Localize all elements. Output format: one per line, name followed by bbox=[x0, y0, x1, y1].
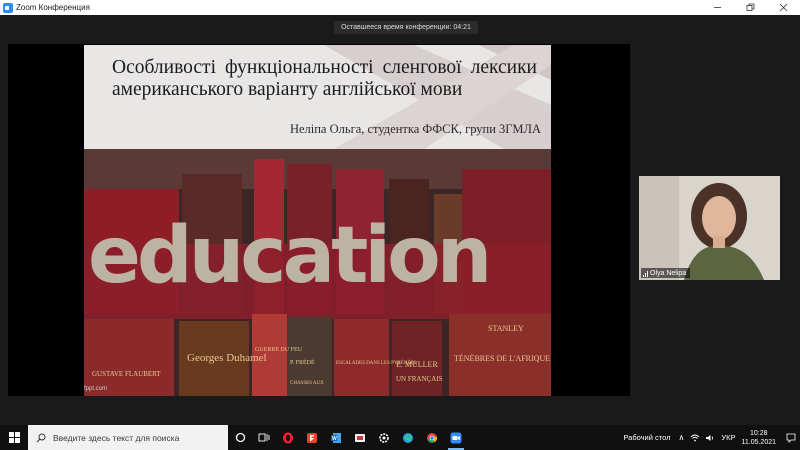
book-title-9: STANLEY bbox=[488, 324, 524, 333]
minimize-button[interactable] bbox=[701, 0, 734, 15]
close-button[interactable] bbox=[767, 0, 800, 15]
watermark: fppt.com bbox=[84, 386, 108, 392]
system-clock[interactable]: 10:28 11.05.2021 bbox=[741, 429, 776, 447]
zoom-icon bbox=[450, 432, 462, 443]
book-title-5: CHASSES AUX bbox=[290, 381, 324, 386]
windows-taskbar: Введите здесь текст для поиска W Рабочий… bbox=[0, 425, 800, 450]
opera-icon bbox=[283, 432, 293, 443]
participant-image bbox=[639, 176, 780, 280]
search-placeholder: Введите здесь текст для поиска bbox=[53, 432, 180, 443]
window-title-bar: Zoom Конференция bbox=[0, 0, 800, 15]
snipping-icon bbox=[355, 433, 365, 442]
svg-text:W: W bbox=[332, 436, 337, 442]
chrome-icon bbox=[427, 432, 438, 443]
slide-title: Особливості функціональності сленгової л… bbox=[112, 57, 537, 100]
book-title-1: GUSTAVE FLAUBERT bbox=[92, 370, 161, 378]
meeting-timer: Оставшееся время конференции: 04:21 bbox=[334, 21, 478, 34]
cortana-button[interactable] bbox=[228, 425, 252, 450]
volume-icon[interactable] bbox=[705, 433, 715, 443]
foxit-button[interactable] bbox=[300, 425, 324, 450]
windows-icon bbox=[8, 432, 20, 443]
close-icon bbox=[779, 3, 788, 12]
wifi-icon[interactable] bbox=[690, 433, 700, 443]
task-view-button[interactable] bbox=[252, 425, 276, 450]
desktop-toolbar-label[interactable]: Рабочий стол bbox=[623, 433, 670, 442]
edge-icon bbox=[403, 432, 413, 443]
book-title-10: TÉNÈBRES DE L'AFRIQUE bbox=[454, 353, 550, 363]
settings-icon bbox=[379, 432, 389, 443]
system-tray: Рабочий стол ∧ УКР 10:28 11.05.2021 bbox=[623, 425, 800, 450]
opera-button[interactable] bbox=[276, 425, 300, 450]
restore-icon bbox=[746, 3, 755, 11]
audio-level-icon bbox=[643, 270, 648, 277]
notification-icon bbox=[786, 433, 796, 443]
cortana-icon bbox=[235, 432, 245, 443]
zoom-taskbar-button[interactable] bbox=[444, 425, 468, 450]
book-title-4: P. FRÉDÉ bbox=[290, 358, 315, 366]
clock-date: 11.05.2021 bbox=[741, 438, 776, 446]
input-language[interactable]: УКР bbox=[721, 433, 735, 442]
slide-header: Особливості функціональності сленгової л… bbox=[84, 45, 551, 149]
task-view-icon bbox=[258, 433, 270, 442]
participant-name-tag: Olya Nelipa bbox=[641, 268, 691, 278]
meeting-area: Оставшееся время конференции: 04:21 Особ… bbox=[0, 15, 800, 425]
start-button[interactable] bbox=[0, 425, 28, 450]
minimize-icon bbox=[714, 7, 721, 8]
book-title-7: E. MULLER bbox=[396, 360, 438, 369]
edge-button[interactable] bbox=[396, 425, 420, 450]
taskbar-search[interactable]: Введите здесь текст для поиска bbox=[28, 425, 228, 450]
presentation-slide: Особливості функціональності сленгової л… bbox=[84, 45, 551, 396]
window-title: Zoom Конференция bbox=[16, 3, 90, 12]
clock-time: 10:28 bbox=[749, 429, 768, 437]
chevron-up-icon[interactable]: ∧ bbox=[678, 433, 684, 442]
snipping-button[interactable] bbox=[348, 425, 372, 450]
action-center-button[interactable] bbox=[782, 425, 800, 450]
foxit-icon bbox=[307, 432, 317, 443]
restore-button[interactable] bbox=[734, 0, 767, 15]
participant-video[interactable]: Olya Nelipa bbox=[639, 176, 780, 280]
book-title-3: GUERRE DU FEU bbox=[255, 347, 303, 353]
settings-button[interactable] bbox=[372, 425, 396, 450]
education-word: education bbox=[88, 211, 492, 301]
search-icon bbox=[36, 433, 46, 442]
slide-subtitle: Неліпа Ольга, студентка ФФСК, групи 3ГМЛ… bbox=[289, 122, 541, 136]
word-icon: W bbox=[331, 432, 341, 443]
zoom-icon bbox=[3, 2, 13, 13]
chrome-button[interactable] bbox=[420, 425, 444, 450]
participant-name: Olya Nelipa bbox=[650, 269, 687, 277]
book-title-8: UN FRANÇAIS bbox=[396, 375, 443, 383]
window-controls bbox=[701, 0, 800, 15]
word-button[interactable]: W bbox=[324, 425, 348, 450]
book-title-2: Georges Duhamel bbox=[187, 352, 267, 364]
